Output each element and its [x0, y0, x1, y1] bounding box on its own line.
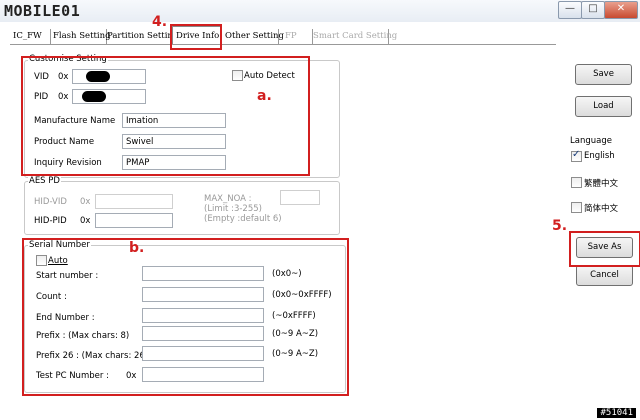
tab-smart-card-setting[interactable]: Smart Card Setting [310, 29, 397, 44]
load-button[interactable]: Load [575, 96, 632, 117]
lang-english-label: English [584, 151, 615, 161]
annotation-step-4: 4. [152, 14, 168, 30]
save-button[interactable]: Save [575, 64, 632, 85]
lang-traditional-checkbox[interactable] [571, 177, 582, 188]
hid-pid-input[interactable] [95, 213, 173, 228]
hid-pid-label: HID-PID [34, 216, 67, 226]
close-button[interactable]: ✕ [604, 1, 638, 19]
minimize-button[interactable]: — [558, 1, 582, 19]
max-noa-label: MAX_NOA : [204, 194, 252, 204]
annotation-box-customise [21, 56, 310, 176]
title-bar: MOBILE01 — □ ✕ [0, 0, 640, 22]
cancel-button[interactable]: Cancel [576, 265, 633, 286]
tab-partition-setting[interactable]: Partition Setting [104, 29, 178, 44]
watermark-text: #51041 [597, 408, 636, 418]
lang-english-checkbox[interactable] [571, 149, 582, 162]
hid-vid-label: HID-VID [34, 197, 67, 207]
tab-flash-setting[interactable]: Flash Setting [50, 29, 111, 44]
annotation-step-b: b. [129, 240, 145, 256]
hid-pid-prefix: 0x [80, 216, 91, 226]
lang-traditional-label: 繁體中文 [584, 179, 619, 189]
lang-simplified-checkbox[interactable] [571, 202, 582, 213]
max-noa-limit: (Limit :3-255) [204, 204, 262, 214]
annotation-box-serial [22, 238, 349, 396]
lang-simplified-label: 简体中文 [584, 204, 619, 214]
tab-divider [10, 44, 556, 45]
annotation-step-5: 5. [552, 218, 568, 234]
tab-fp[interactable]: FP [282, 29, 313, 44]
hid-vid-prefix: 0x [80, 197, 91, 207]
tab-ic-fw[interactable]: IC_FW [10, 29, 51, 44]
aes-pd-title: AES PD [28, 176, 61, 186]
max-noa-empty: (Empty :default 6) [204, 214, 282, 224]
maximize-button[interactable]: □ [581, 1, 605, 19]
annotation-step-a: a. [257, 88, 272, 104]
annotation-box-drive-info [170, 24, 222, 50]
language-title: Language [570, 136, 612, 146]
max-noa-input[interactable] [280, 190, 320, 205]
tab-other-setting[interactable]: Other Setting [222, 29, 284, 44]
app-logo: MOBILE01 [4, 2, 81, 20]
hid-vid-input[interactable] [95, 194, 173, 209]
annotation-box-save-as [569, 231, 640, 267]
